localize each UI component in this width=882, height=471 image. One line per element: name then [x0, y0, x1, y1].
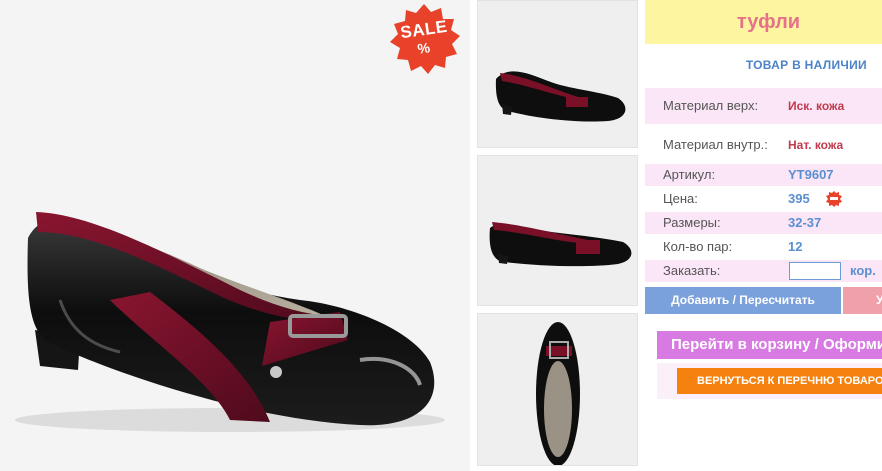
add-recalculate-button[interactable]: Добавить / Пересчитать	[645, 287, 841, 314]
attr-label: Артикул:	[663, 167, 716, 182]
attr-label: Цена:	[663, 191, 698, 206]
attr-label: Кол-во пар:	[663, 239, 733, 254]
order-unit: кор.	[850, 263, 876, 278]
back-to-list-label: ВЕРНУТЬСЯ К ПЕРЕЧНЮ ТОВАРОВ	[697, 375, 882, 387]
attr-value: Нат. кожа	[788, 138, 844, 152]
back-to-list-button[interactable]: ВЕРНУТЬСЯ К ПЕРЕЧНЮ ТОВАРОВ	[677, 368, 882, 394]
remove-button[interactable]: У	[843, 287, 882, 314]
sale-mini-icon	[826, 191, 842, 207]
thumbnail-3[interactable]	[477, 313, 638, 466]
attr-value: 12	[788, 239, 803, 254]
product-info-panel: туфли ТОВАР В НАЛИЧИИ Материал верх: Иск…	[645, 0, 882, 471]
attr-row-upper-material: Материал верх: Иск. кожа	[645, 88, 882, 124]
attr-value: YT9607	[788, 167, 834, 182]
main-product-photo[interactable]: SALE %	[0, 0, 470, 471]
product-title: туфли	[645, 0, 882, 44]
order-label: Заказать:	[663, 263, 721, 278]
thumbnail-2[interactable]	[477, 155, 638, 306]
attr-row-pairs: Кол-во пар: 12	[645, 236, 882, 258]
sale-badge: SALE %	[388, 4, 460, 76]
order-row: Заказать: кор.	[645, 260, 882, 282]
shoe-thumb-angle-image	[489, 222, 632, 267]
attr-label: Материал внутр.:	[663, 137, 768, 152]
go-to-cart-button[interactable]: Перейти в корзину / Оформить	[657, 331, 882, 359]
price-value: 395	[788, 191, 810, 206]
attr-row-price: Цена: 395	[645, 188, 882, 210]
order-quantity-input[interactable]	[789, 262, 841, 280]
back-button-container: ВЕРНУТЬСЯ К ПЕРЕЧНЮ ТОВАРОВ	[657, 363, 882, 399]
availability-status: ТОВАР В НАЛИЧИИ	[745, 58, 867, 72]
attr-row-article: Артикул: YT9607	[645, 164, 882, 186]
attr-label: Материал верх:	[663, 98, 759, 113]
shoe-thumb-side-image	[495, 71, 626, 122]
attr-value: Иск. кожа	[788, 99, 845, 113]
attr-row-inner-material: Материал внутр.: Нат. кожа	[645, 128, 882, 162]
shoe-thumb-top-image	[536, 322, 580, 465]
attr-label: Размеры:	[663, 215, 721, 230]
thumbnail-1[interactable]	[477, 0, 638, 148]
attr-row-sizes: Размеры: 32-37	[645, 212, 882, 234]
attr-value: 32-37	[788, 215, 822, 230]
